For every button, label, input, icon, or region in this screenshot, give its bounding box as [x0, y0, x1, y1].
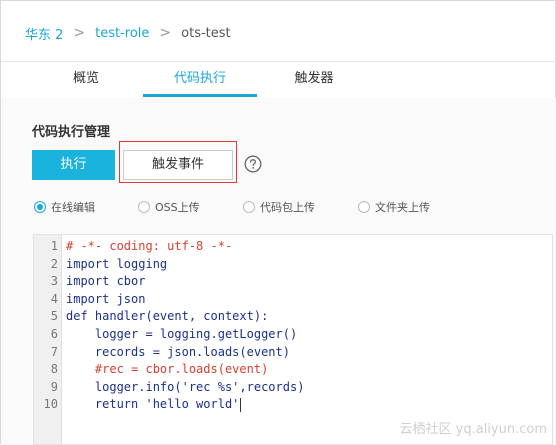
- code-text: import json: [66, 291, 146, 306]
- radio-label: 文件夹上传: [375, 201, 430, 214]
- radio-label: OSS上传: [155, 201, 200, 214]
- tab-bar: 概览 代码执行 触发器: [29, 63, 371, 97]
- radio-online-edit[interactable]: 在线编辑: [34, 199, 95, 215]
- radio-folder-upload[interactable]: 文件夹上传: [358, 199, 430, 215]
- header-divider: [1, 61, 556, 62]
- radio-package-upload[interactable]: 代码包上传: [243, 199, 315, 215]
- line-number: 5: [50, 309, 58, 324]
- section-title: 代码执行管理: [32, 125, 111, 140]
- code-text: # -*- coding: utf-8 -*-: [66, 239, 233, 253]
- breadcrumb-separator-icon: >: [159, 25, 172, 41]
- line-number: 7: [50, 344, 58, 359]
- line-number: 3: [50, 274, 58, 289]
- line-number: 9: [50, 379, 58, 394]
- watermark: 云栖社区 yq.aliyun.com: [399, 422, 547, 437]
- line-number: 4: [50, 291, 58, 306]
- line-number: 6: [50, 327, 58, 341]
- radio-checked-icon: [34, 201, 46, 213]
- radio-label: 在线编辑: [51, 201, 95, 214]
- radio-unchecked-icon: [243, 201, 255, 213]
- tab-triggers[interactable]: 触发器: [257, 63, 371, 97]
- text-cursor: [240, 397, 242, 412]
- breadcrumb-function: ots-test: [181, 25, 231, 41]
- code-text: #rec = cbor.loads(event): [66, 362, 269, 377]
- breadcrumb: 华东 2 > test-role > ots-test: [25, 23, 231, 43]
- execute-button[interactable]: 执行: [32, 150, 115, 180]
- console-frame: 华东 2 > test-role > ots-test 概览 代码执行 触发器 …: [0, 0, 556, 445]
- question-circle-icon[interactable]: [244, 155, 262, 173]
- line-number: 2: [50, 256, 58, 271]
- code-text: records = json.loads(event): [66, 344, 290, 359]
- code-text: import logging: [66, 256, 168, 271]
- radio-oss-upload[interactable]: OSS上传: [138, 199, 200, 215]
- line-number: 10: [43, 397, 58, 412]
- radio-label: 代码包上传: [260, 201, 315, 214]
- code-text: import cbor: [66, 274, 146, 289]
- code-text: return 'hello world': [66, 397, 242, 412]
- breadcrumb-service[interactable]: test-role: [95, 26, 149, 41]
- code-text: logger.info('rec %s',records): [66, 379, 305, 394]
- tab-code-execution[interactable]: 代码执行: [143, 63, 257, 97]
- breadcrumb-separator-icon: >: [73, 25, 86, 41]
- radio-unchecked-icon: [138, 201, 150, 213]
- radio-unchecked-icon: [358, 201, 370, 213]
- code-text: def handler(event, context):: [66, 309, 269, 324]
- line-number: 8: [50, 362, 58, 377]
- tab-overview[interactable]: 概览: [29, 63, 143, 97]
- breadcrumb-region[interactable]: 华东 2: [25, 24, 63, 43]
- trigger-event-button[interactable]: 触发事件: [123, 150, 233, 180]
- line-number: 1: [50, 239, 58, 253]
- code-text: logger = logging.getLogger(): [66, 327, 298, 341]
- code-editor[interactable]: 1 # -*- coding: utf-8 -*- 2 import logging 3…: [33, 234, 553, 445]
